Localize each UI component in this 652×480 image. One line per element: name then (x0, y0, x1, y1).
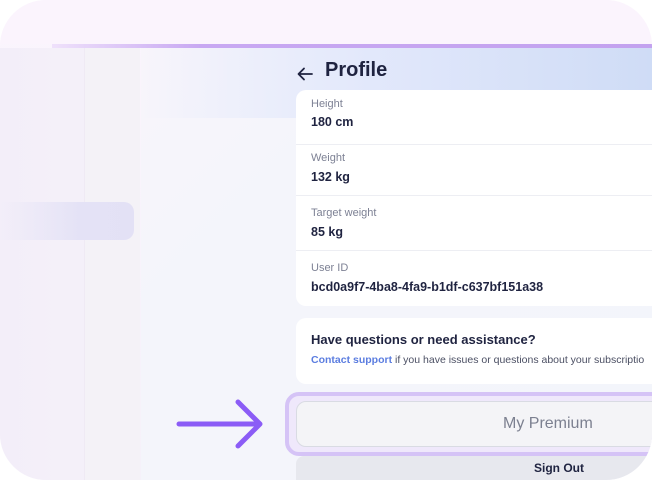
field-value: 132 kg (311, 170, 350, 184)
sidebar-column (84, 48, 140, 480)
profile-row-weight: Weight 132 kg (296, 141, 652, 196)
support-heading: Have questions or need assistance? (311, 332, 536, 347)
pointer-arrow-icon (176, 398, 266, 450)
top-strip (0, 0, 652, 44)
sidebar-active-item[interactable] (0, 202, 134, 240)
my-premium-button[interactable]: My Premium (296, 401, 652, 447)
field-label: User ID (311, 262, 349, 274)
field-label: Weight (311, 152, 346, 164)
sign-out-label: Sign Out (534, 461, 584, 475)
arrow-left-icon[interactable] (295, 62, 317, 84)
support-card: Have questions or need assistance? Conta… (296, 318, 652, 384)
profile-card: Height 180 cm Weight 132 kg Target weigh… (296, 90, 652, 306)
profile-row-height: Height 180 cm (296, 90, 652, 145)
profile-row-target-weight: Target weight 85 kg (296, 196, 652, 251)
field-label: Target weight (311, 207, 377, 219)
support-description: if you have issues or questions about yo… (392, 354, 645, 366)
field-value: bcd0a9f7-4ba8-4fa9-b1df-c637bf151a38 (311, 280, 544, 294)
page-title: Profile (325, 59, 388, 81)
profile-row-user-id: User ID bcd0a9f7-4ba8-4fa9-b1df-c637bf15… (296, 251, 652, 306)
app-frame: Profile Height 180 cm Weight 132 kg Targ… (0, 0, 652, 480)
my-premium-label: My Premium (503, 415, 593, 432)
field-value: 85 kg (311, 225, 343, 239)
contact-support-link[interactable]: Contact support (311, 354, 392, 366)
field-label: Height (311, 98, 343, 110)
field-value: 180 cm (311, 115, 354, 129)
accent-line (52, 44, 652, 48)
sign-out-button[interactable]: Sign Out (296, 456, 652, 480)
support-text: Contact support if you have issues or qu… (311, 354, 644, 366)
